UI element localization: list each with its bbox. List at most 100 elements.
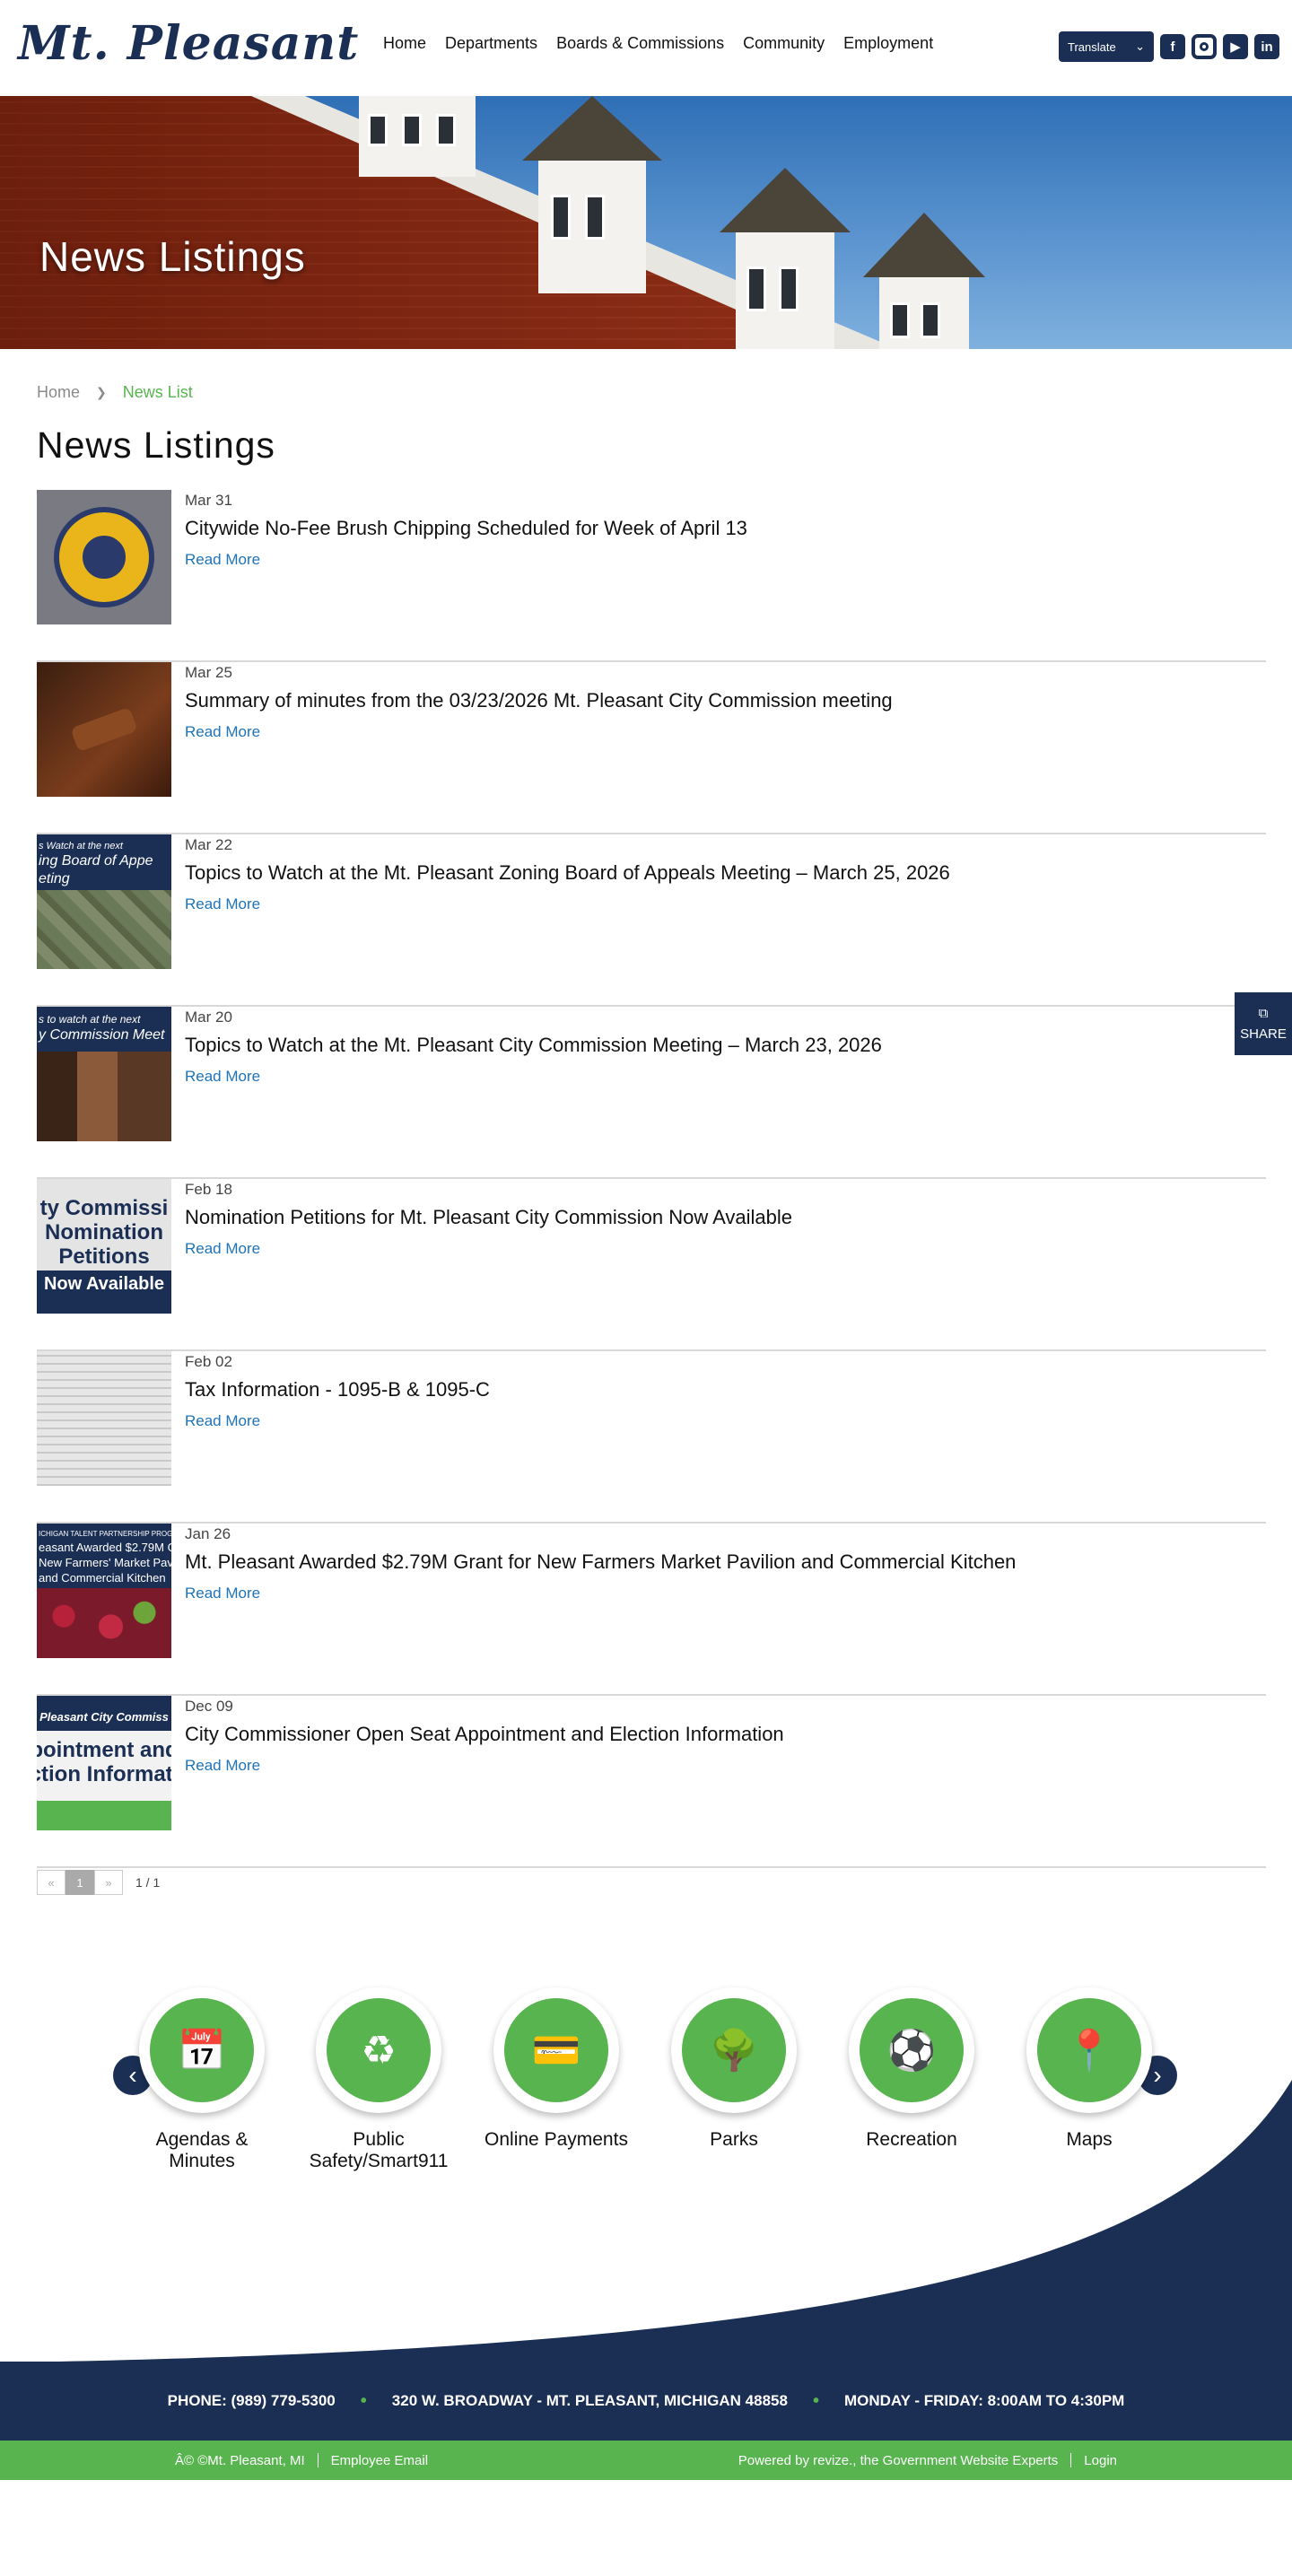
page-title: News Listings: [37, 424, 275, 466]
thumbnail-caption: s Watch at the next ing Board of Appe et…: [37, 834, 171, 890]
read-more-link[interactable]: Read More: [185, 895, 260, 913]
instagram-icon[interactable]: [1192, 34, 1217, 59]
news-item: Feb 02 Tax Information - 1095-B & 1095-C…: [37, 1351, 1266, 1524]
news-item: Mar 31 Citywide No-Fee Brush Chipping Sc…: [37, 490, 1266, 662]
read-more-link[interactable]: Read More: [185, 1757, 260, 1775]
news-item: Mar 25 Summary of minutes from the 03/23…: [37, 662, 1266, 834]
quick-link-online-payments[interactable]: 💳 Online Payments: [484, 1987, 628, 2151]
chevron-down-icon: ⌄: [1135, 39, 1145, 53]
read-more-link[interactable]: Read More: [185, 1412, 260, 1430]
read-more-link[interactable]: Read More: [185, 723, 260, 741]
news-title[interactable]: Nomination Petitions for Mt. Pleasant Ci…: [185, 1206, 792, 1229]
footer-contact: PHONE: (989) 779-5300 • 320 W. BROADWAY …: [0, 2362, 1292, 2441]
read-more-link[interactable]: Read More: [185, 1585, 260, 1602]
nav-home[interactable]: Home: [383, 34, 426, 53]
linkedin-icon[interactable]: in: [1254, 34, 1279, 59]
footer-phone[interactable]: PHONE: (989) 779-5300: [168, 2392, 336, 2410]
safety-icon: ♻: [327, 1998, 431, 2102]
park-icon: 🌳: [682, 1998, 786, 2102]
news-item: ICHIGAN TALENT PARTNERSHIP PROGRA easant…: [37, 1524, 1266, 1696]
quick-link-agendas[interactable]: 📅 Agendas & Minutes: [130, 1987, 274, 2172]
breadcrumb-current: News List: [122, 383, 193, 401]
page-banner: News Listings: [0, 96, 1292, 349]
recreation-icon: ⚽: [860, 1998, 964, 2102]
news-list: Mar 31 Citywide No-Fee Brush Chipping Sc…: [37, 490, 1266, 1868]
news-title[interactable]: City Commissioner Open Seat Appointment …: [185, 1723, 784, 1746]
map-pin-icon: 📍: [1037, 1998, 1141, 2102]
news-date: Mar 31: [185, 492, 232, 509]
footer-copyright: Â© ©Mt. Pleasant, MI: [175, 2452, 305, 2468]
bullet-icon: •: [812, 2390, 819, 2411]
news-thumbnail[interactable]: ICHIGAN TALENT PARTNERSHIP PROGRA easant…: [37, 1524, 171, 1658]
news-item: Pleasant City Commiss pointment and ctio…: [37, 1696, 1266, 1868]
footer-bar: Â© ©Mt. Pleasant, MI Employee Email Powe…: [0, 2441, 1292, 2480]
news-date: Dec 09: [185, 1698, 233, 1715]
news-item: ty Commissi Nomination Petitions Now Ava…: [37, 1179, 1266, 1351]
pagination-page[interactable]: 1: [65, 1870, 94, 1895]
news-thumbnail[interactable]: [37, 490, 171, 624]
site-header: Mt. Pleasant Home Departments Boards & C…: [0, 0, 1292, 96]
news-thumbnail[interactable]: [37, 1351, 171, 1486]
banner-title: News Listings: [39, 233, 306, 280]
share-label: SHARE: [1240, 1026, 1287, 1042]
read-more-link[interactable]: Read More: [185, 1068, 260, 1086]
pagination-prev[interactable]: «: [37, 1870, 65, 1895]
calendar-icon: 📅: [150, 1998, 254, 2102]
news-title[interactable]: Mt. Pleasant Awarded $2.79M Grant for Ne…: [185, 1550, 1016, 1574]
translate-label: Translate: [1068, 39, 1116, 54]
read-more-link[interactable]: Read More: [185, 551, 260, 569]
employee-email-link[interactable]: Employee Email: [331, 2453, 428, 2468]
news-date: Feb 18: [185, 1181, 232, 1198]
news-title[interactable]: Summary of minutes from the 03/23/2026 M…: [185, 689, 893, 712]
gavel-icon: [70, 706, 138, 753]
news-thumbnail[interactable]: ty Commissi Nomination Petitions Now Ava…: [37, 1179, 171, 1314]
news-item: s Watch at the next ing Board of Appe et…: [37, 834, 1266, 1007]
nav-community[interactable]: Community: [743, 34, 825, 53]
powered-by-link[interactable]: Powered by revize., the Government Websi…: [738, 2453, 1059, 2468]
banner-tower: [522, 96, 662, 293]
city-seal-icon: [54, 507, 154, 607]
quick-links: 📅 Agendas & Minutes ♻ Public Safety/Smar…: [0, 1987, 1292, 2171]
share-button[interactable]: ⧉ SHARE: [1235, 992, 1292, 1055]
quick-link-maps[interactable]: 📍 Maps: [1017, 1987, 1161, 2151]
nav-departments[interactable]: Departments: [445, 34, 537, 53]
news-thumbnail[interactable]: s Watch at the next ing Board of Appe et…: [37, 834, 171, 969]
youtube-icon[interactable]: ▶: [1223, 34, 1248, 59]
banner-dormer: [359, 96, 476, 177]
news-thumbnail[interactable]: [37, 662, 171, 797]
login-link[interactable]: Login: [1084, 2453, 1117, 2468]
thumbnail-caption: ICHIGAN TALENT PARTNERSHIP PROGRA easant…: [37, 1524, 171, 1588]
translate-dropdown[interactable]: Translate ⌄: [1059, 31, 1154, 62]
read-more-link[interactable]: Read More: [185, 1240, 260, 1258]
footer-divider: [1070, 2453, 1072, 2467]
footer-address: 320 W. BROADWAY - MT. PLEASANT, MICHIGAN…: [391, 2392, 788, 2409]
footer-hours: MONDAY - FRIDAY: 8:00AM TO 4:30PM: [843, 2392, 1125, 2409]
thumbnail-caption: ty Commissi Nomination Petitions Now Ava…: [37, 1179, 171, 1314]
banner-tower: [720, 168, 851, 349]
news-date: Mar 25: [185, 664, 232, 681]
news-date: Mar 22: [185, 836, 232, 853]
news-thumbnail[interactable]: Pleasant City Commiss pointment and ctio…: [37, 1696, 171, 1830]
quick-link-recreation[interactable]: ⚽ Recreation: [840, 1987, 983, 2151]
news-title[interactable]: Citywide No-Fee Brush Chipping Scheduled…: [185, 517, 747, 540]
facebook-icon[interactable]: f: [1160, 34, 1185, 59]
news-title[interactable]: Topics to Watch at the Mt. Pleasant City…: [185, 1034, 882, 1057]
news-thumbnail[interactable]: s to watch at the next y Commission Meet: [37, 1007, 171, 1141]
share-icon: ⧉: [1258, 1006, 1269, 1021]
quick-link-parks[interactable]: 🌳 Parks: [662, 1987, 806, 2151]
site-logo[interactable]: Mt. Pleasant: [18, 16, 359, 71]
pagination: « 1 » 1 / 1: [37, 1870, 160, 1895]
nav-employment[interactable]: Employment: [843, 34, 933, 53]
bullet-icon: •: [360, 2390, 367, 2411]
pagination-count: 1 / 1: [135, 1875, 161, 1890]
chevron-right-icon: ❯: [96, 385, 107, 399]
payment-icon: 💳: [504, 1998, 608, 2102]
pagination-next[interactable]: »: [94, 1870, 123, 1895]
news-title[interactable]: Topics to Watch at the Mt. Pleasant Zoni…: [185, 861, 950, 885]
header-tools: Translate ⌄ f ▶ in: [1059, 31, 1279, 62]
news-title[interactable]: Tax Information - 1095-B & 1095-C: [185, 1378, 490, 1402]
main-nav: Home Departments Boards & Commissions Co…: [383, 34, 933, 53]
quick-link-public-safety[interactable]: ♻ Public Safety/Smart911: [307, 1987, 450, 2172]
breadcrumb-home[interactable]: Home: [37, 383, 80, 402]
nav-boards-commissions[interactable]: Boards & Commissions: [556, 34, 724, 53]
